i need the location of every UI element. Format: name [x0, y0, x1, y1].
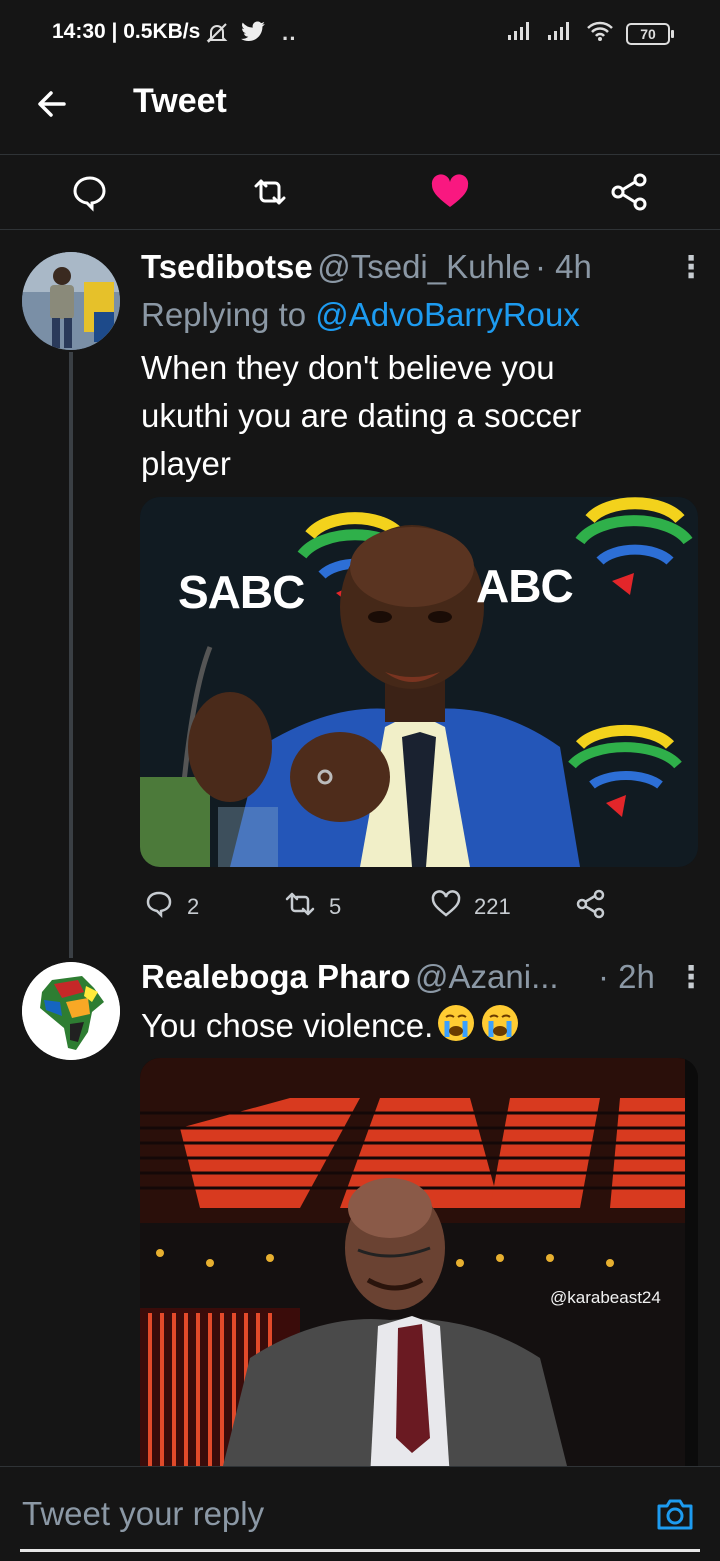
tweet1-header: Tsedibotse @Tsedi_Kuhle · 4h [141, 248, 592, 286]
status-time: 14:30 | 0.5KB/s [52, 20, 201, 43]
tweet1-text-line3: player [141, 445, 231, 482]
like-icon[interactable] [428, 170, 472, 214]
replying-to-label: Replying to [141, 296, 307, 333]
crying-face-emoji-icon [435, 1003, 477, 1043]
share-icon[interactable] [608, 170, 652, 214]
tweet1-text-line1: When they don't believe you [141, 349, 555, 386]
more-options-icon-2[interactable]: ⋮ [676, 960, 706, 995]
author-handle[interactable]: @Tsedi_Kuhle [317, 248, 530, 285]
like-count-icon [430, 888, 462, 926]
twitter-bird-icon [240, 21, 266, 48]
mute-bell-icon [205, 22, 229, 49]
tweet2-header: Realeboga Pharo @Azani... [141, 958, 559, 996]
tweet1-text-line2: ukuthi you are dating a soccer [141, 397, 582, 434]
more-notifications-icon: ·· [282, 26, 297, 51]
retweet-count: 5 [329, 894, 342, 919]
tweet-time: · 4h [534, 248, 592, 285]
retweet-count-icon [283, 888, 317, 926]
status-right: 70 [506, 20, 674, 47]
reply-stat[interactable]: 2 [143, 888, 199, 926]
thread-line [69, 352, 73, 958]
tweet1-image[interactable]: SABC ABC [140, 497, 698, 867]
crying-face-emoji-icon-2 [479, 1003, 521, 1043]
reply-input-underline [20, 1549, 700, 1552]
avatar-tsedibotse[interactable] [22, 252, 120, 350]
tweet2-text-row: You chose violence. [141, 1002, 521, 1050]
reply-count: 2 [187, 894, 200, 919]
reply-bar: Tweet your reply [0, 1466, 720, 1561]
tweet2-text: You chose violence. [141, 1007, 434, 1044]
signal-icon-2 [546, 21, 574, 46]
author-name-2[interactable]: Realeboga Pharo [141, 958, 411, 995]
signal-icon [506, 21, 534, 46]
image-logo-text-right: ABC [476, 560, 574, 612]
replying-to-handle[interactable]: @AdvoBarryRoux [315, 296, 580, 333]
reply-icon[interactable] [68, 170, 112, 214]
reply-input[interactable]: Tweet your reply [22, 1495, 264, 1533]
avatar-realeboga[interactable] [22, 962, 120, 1060]
tweet2-image[interactable]: @karabeast24 [140, 1058, 698, 1478]
replying-to: Replying to @AdvoBarryRoux [141, 296, 580, 334]
reply-count-icon [143, 888, 175, 926]
battery-icon: 70 [626, 22, 674, 45]
retweet-stat[interactable]: 5 [283, 888, 341, 926]
author-handle-2[interactable]: @Azani... [415, 958, 559, 995]
retweet-icon[interactable] [248, 170, 292, 214]
tweet1-text: When they don't believe you ukuthi you a… [141, 344, 581, 488]
author-name[interactable]: Tsedibotse [141, 248, 313, 285]
wifi-icon [586, 20, 614, 47]
like-count: 221 [474, 894, 511, 919]
top-header: Tweet [0, 66, 720, 154]
main-tweet-actions [0, 155, 720, 229]
image-logo-text-left: SABC [178, 566, 305, 618]
share-stat-icon[interactable] [575, 888, 607, 925]
status-bar: 14:30 | 0.5KB/s ·· 70 [0, 0, 720, 66]
actions-divider [0, 229, 720, 230]
page-title: Tweet [133, 82, 227, 120]
image-watermark: @karabeast24 [550, 1288, 661, 1307]
like-stat[interactable]: 221 [430, 888, 511, 926]
tweet2-time: · 2h [598, 958, 655, 995]
more-options-icon[interactable]: ⋮ [676, 250, 706, 285]
camera-icon[interactable] [656, 1497, 694, 1531]
back-arrow-icon[interactable] [34, 86, 70, 122]
